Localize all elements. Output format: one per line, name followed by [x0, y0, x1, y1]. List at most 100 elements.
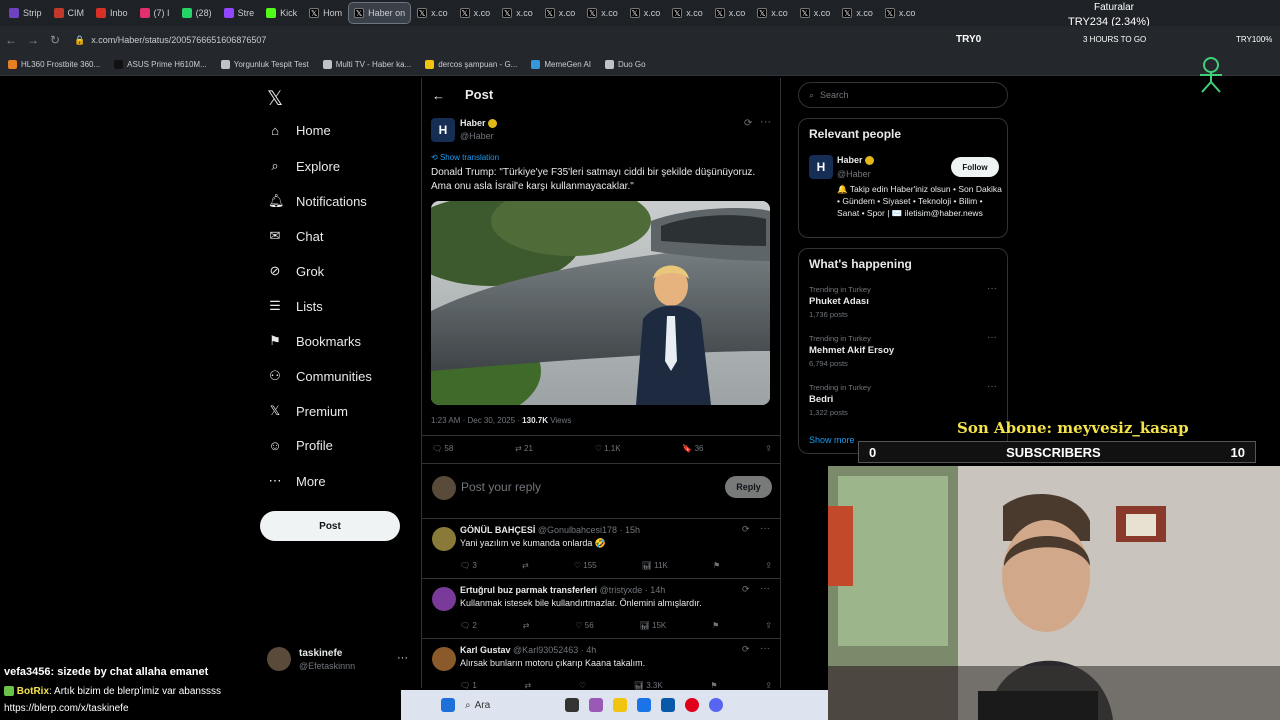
bookmark-icon[interactable]: ⚑	[710, 681, 717, 690]
nav-item-home[interactable]: ⌂ Home	[268, 123, 331, 138]
discord-icon[interactable]	[709, 698, 723, 712]
bookmark-item[interactable]: ASUS Prime H610M...	[114, 60, 207, 69]
bookmark-item[interactable]: HL360 Frostbite 360...	[8, 60, 100, 69]
browser-tab[interactable]: 𝕏x.co	[837, 3, 878, 23]
browser-tab[interactable]: 𝕏x.co	[880, 3, 921, 23]
bookmark-item[interactable]: Yorgunluk Tespit Test	[220, 60, 309, 69]
browser-tab[interactable]: 𝕏x.co	[497, 3, 538, 23]
trend-more-icon[interactable]: ···	[987, 381, 997, 392]
reply-author-name[interactable]: Ertuğrul buz parmak transferleri	[460, 585, 597, 595]
search-box[interactable]: ⌕ Search	[798, 82, 1008, 108]
bookmark-icon[interactable]: ⚑	[713, 561, 720, 570]
trend-more-icon[interactable]: ···	[987, 332, 997, 343]
grok-icon[interactable]: ⟳	[742, 524, 750, 535]
bookmark-action[interactable]: 🔖 36	[682, 444, 703, 453]
person-name-row[interactable]: Haber	[837, 155, 874, 166]
reply-item[interactable]: Karl Gustav @Karl93052463 · 4h ⟳ ··· Alırsa…	[422, 638, 780, 698]
views-action[interactable]: 📊︎ 15K	[640, 621, 667, 630]
nav-item-communities[interactable]: ⚇ Communities	[268, 368, 372, 384]
browser-tab[interactable]: 𝕏 Haber on	[348, 2, 412, 24]
nav-item-chat[interactable]: ✉ Chat	[268, 228, 324, 244]
share-icon[interactable]: ⇪	[765, 561, 772, 570]
nav-item-profile[interactable]: ☺ Profile	[268, 438, 333, 453]
share-icon[interactable]: ⇪	[765, 681, 772, 690]
browser-tab[interactable]: 𝕏x.co	[582, 3, 623, 23]
trend-more-icon[interactable]: ···	[987, 283, 997, 294]
like-action[interactable]: ♡ 56	[575, 621, 593, 630]
grok-icon[interactable]: ⟳	[742, 644, 750, 655]
post-button[interactable]: Post	[260, 511, 400, 541]
reply-button[interactable]: Reply	[725, 476, 772, 498]
browser-tab[interactable]: 𝕏x.co	[667, 3, 708, 23]
reply-author-name[interactable]: GÖNÜL BAHÇESİ	[460, 525, 535, 535]
browser-tab[interactable]: Strip	[4, 3, 47, 23]
browser-tab[interactable]: Inbo	[91, 3, 133, 23]
browser-tab[interactable]: 𝕏x.co	[540, 3, 581, 23]
bookmark-icon[interactable]: ⚑	[712, 621, 719, 630]
file-explorer-icon[interactable]	[613, 698, 627, 712]
reply-action[interactable]: 🗨 3	[460, 561, 477, 570]
more-options-icon[interactable]: ···	[760, 116, 771, 128]
reply-author-name[interactable]: Karl Gustav	[460, 645, 511, 655]
x-logo-icon[interactable]: 𝕏	[267, 86, 283, 111]
reply-action[interactable]: 🗨 1	[460, 681, 477, 690]
reply-input[interactable]: Post your reply	[461, 480, 541, 494]
browser-tab[interactable]: 𝕏 Hom	[304, 3, 347, 23]
more-options-icon[interactable]: ···	[760, 643, 770, 654]
bookmark-item[interactable]: dercos şampuan - G...	[425, 60, 517, 69]
grok-icon[interactable]: ⟳	[742, 584, 750, 595]
person-avatar[interactable]: H	[809, 155, 833, 179]
taskbar-search[interactable]: ⌕ Ara	[465, 700, 555, 711]
reply-author-avatar[interactable]	[432, 647, 456, 671]
opera-icon[interactable]	[685, 698, 699, 712]
like-action[interactable]: ♡	[579, 681, 586, 690]
edge-icon[interactable]	[637, 698, 651, 712]
search-input[interactable]: Search	[820, 90, 849, 100]
task-view-icon[interactable]	[565, 698, 579, 712]
back-icon[interactable]: ←	[0, 33, 22, 47]
store-icon[interactable]	[661, 698, 675, 712]
like-action[interactable]: ♡ 1.1K	[595, 444, 621, 453]
bookmark-item[interactable]: MemeGen AI	[531, 60, 591, 69]
show-more-link[interactable]: Show more	[809, 435, 855, 445]
back-arrow-icon[interactable]: ←	[432, 88, 445, 103]
nav-item-explore[interactable]: ⌕ Explore	[268, 158, 340, 174]
repost-action[interactable]: ⇄	[523, 621, 530, 630]
author-avatar[interactable]: H	[431, 118, 455, 142]
share-icon[interactable]: ⇪	[765, 621, 772, 630]
nav-item-grok[interactable]: ⊘ Grok	[268, 263, 325, 279]
author-name-row[interactable]: Haber	[460, 118, 497, 129]
reply-action[interactable]: 🗨 58	[432, 444, 453, 453]
forward-icon[interactable]: →	[22, 33, 44, 47]
views-action[interactable]: 📊︎ 11K	[642, 561, 668, 570]
reply-item[interactable]: GÖNÜL BAHÇESİ @Gonulbahcesi178 · 15h ⟳ ···…	[422, 518, 780, 578]
browser-tab[interactable]: 𝕏x.co	[795, 3, 836, 23]
browser-tab[interactable]: Kick	[261, 3, 302, 23]
browser-tab[interactable]: Stre	[219, 3, 260, 23]
nav-item-notifications[interactable]: 🔔︎ Notifications	[268, 193, 367, 209]
bookmark-item[interactable]: Multi TV - Haber ka...	[322, 60, 411, 69]
repost-action[interactable]: ⇄	[525, 681, 532, 690]
browser-tab[interactable]: 𝕏x.co	[455, 3, 496, 23]
grok-icon[interactable]: ⟳	[744, 118, 752, 129]
reload-icon[interactable]: ↻	[44, 33, 66, 47]
browser-tab[interactable]: 𝕏x.co	[710, 3, 751, 23]
browser-tab[interactable]: 𝕏x.co	[412, 3, 453, 23]
follow-button[interactable]: Follow	[951, 157, 999, 177]
browser-tab[interactable]: 𝕏x.co	[625, 3, 666, 23]
more-options-icon[interactable]: ···	[760, 583, 770, 594]
windows-start-icon[interactable]	[441, 698, 455, 712]
post-image[interactable]	[431, 201, 770, 405]
browser-tab[interactable]: (28)	[177, 3, 217, 23]
reply-action[interactable]: 🗨 2	[460, 621, 477, 630]
nav-item-bookmarks[interactable]: ⚑ Bookmarks	[268, 333, 361, 349]
like-action[interactable]: ♡ 155	[574, 561, 597, 570]
repost-action[interactable]: ⇄ 21	[515, 444, 533, 453]
reply-author-avatar[interactable]	[432, 527, 456, 551]
nav-item-premium[interactable]: 𝕏 Premium	[268, 403, 348, 419]
nav-item-more[interactable]: ⋯ More	[268, 473, 326, 489]
url-text[interactable]: x.com/Haber/status/2005766651606876507	[91, 35, 266, 45]
reply-author-avatar[interactable]	[432, 587, 456, 611]
browser-tab[interactable]: CIM	[49, 3, 90, 23]
more-options-icon[interactable]: ···	[760, 523, 770, 534]
